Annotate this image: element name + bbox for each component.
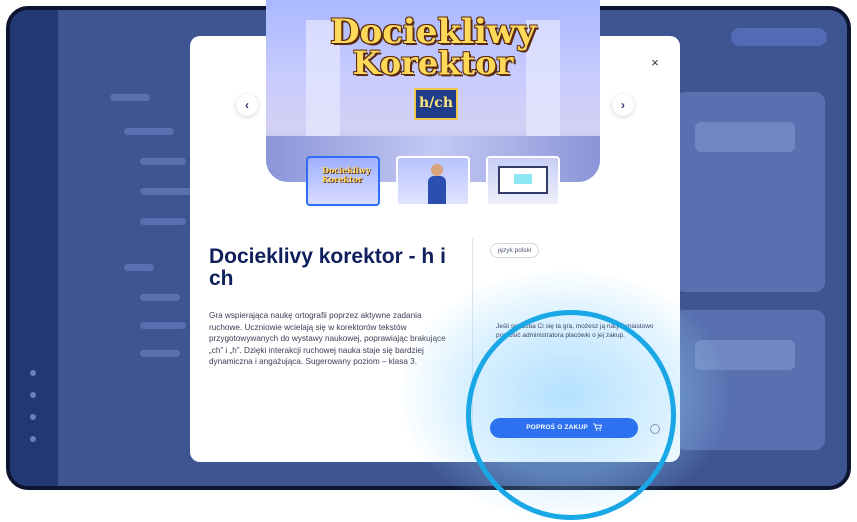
menu-item[interactable] [140, 322, 186, 329]
close-icon: × [651, 55, 659, 70]
cart-icon [592, 423, 602, 432]
thumbnail-strip: Dociekliwy Korektor [306, 156, 562, 210]
next-image-button[interactable]: › [612, 94, 634, 116]
menu-item[interactable] [110, 94, 150, 101]
menu-item[interactable] [124, 128, 174, 135]
purchase-info-text: Jeśli spodoba Ci się ta gra, możesz ją n… [496, 323, 654, 339]
screen-image [498, 166, 548, 194]
close-button[interactable]: × [646, 54, 664, 72]
card-image [695, 340, 795, 370]
prev-image-button[interactable]: ‹ [236, 94, 258, 116]
character-image [428, 164, 446, 204]
language-tag: język polski [490, 243, 540, 258]
background-game-card[interactable] [675, 310, 825, 450]
thumbnail-1[interactable]: Dociekliwy Korektor [306, 156, 380, 206]
modal-divider [472, 238, 473, 448]
menu-item[interactable] [140, 218, 186, 225]
sidebar-icon[interactable] [30, 436, 36, 442]
background-game-card[interactable] [675, 92, 825, 292]
info-icon[interactable] [650, 424, 660, 434]
card-image [695, 122, 795, 152]
thumbnail-logo: Dociekliwy Korektor [322, 165, 371, 184]
menu-item[interactable] [140, 294, 180, 301]
sidebar-icon[interactable] [30, 414, 36, 420]
menu-item[interactable] [140, 158, 186, 165]
menu-item[interactable] [140, 188, 194, 195]
header-action-button[interactable] [731, 28, 827, 46]
game-title: Docieklivy korektor - h i ch [209, 245, 446, 290]
game-description: Gra wspierająca naukę ortografii poprzez… [209, 311, 446, 366]
app-sidebar [10, 10, 58, 486]
request-purchase-label: POPROŚ O ZAKUP [526, 424, 588, 431]
sidebar-icon[interactable] [30, 370, 36, 376]
chevron-left-icon: ‹ [245, 98, 249, 112]
sidebar-icon[interactable] [30, 392, 36, 398]
menu-item[interactable] [124, 264, 154, 271]
thumbnail-3[interactable] [486, 156, 560, 206]
chevron-right-icon: › [621, 98, 625, 112]
game-hero-image: Dociekliwy Korektor h/ch [266, 0, 600, 182]
hero-logo-line2: Korektor [352, 44, 514, 82]
hero-logo-badge: h/ch [414, 88, 458, 120]
menu-item[interactable] [140, 350, 180, 357]
thumbnail-2[interactable] [396, 156, 470, 206]
request-purchase-button[interactable]: POPROŚ O ZAKUP [490, 418, 638, 438]
